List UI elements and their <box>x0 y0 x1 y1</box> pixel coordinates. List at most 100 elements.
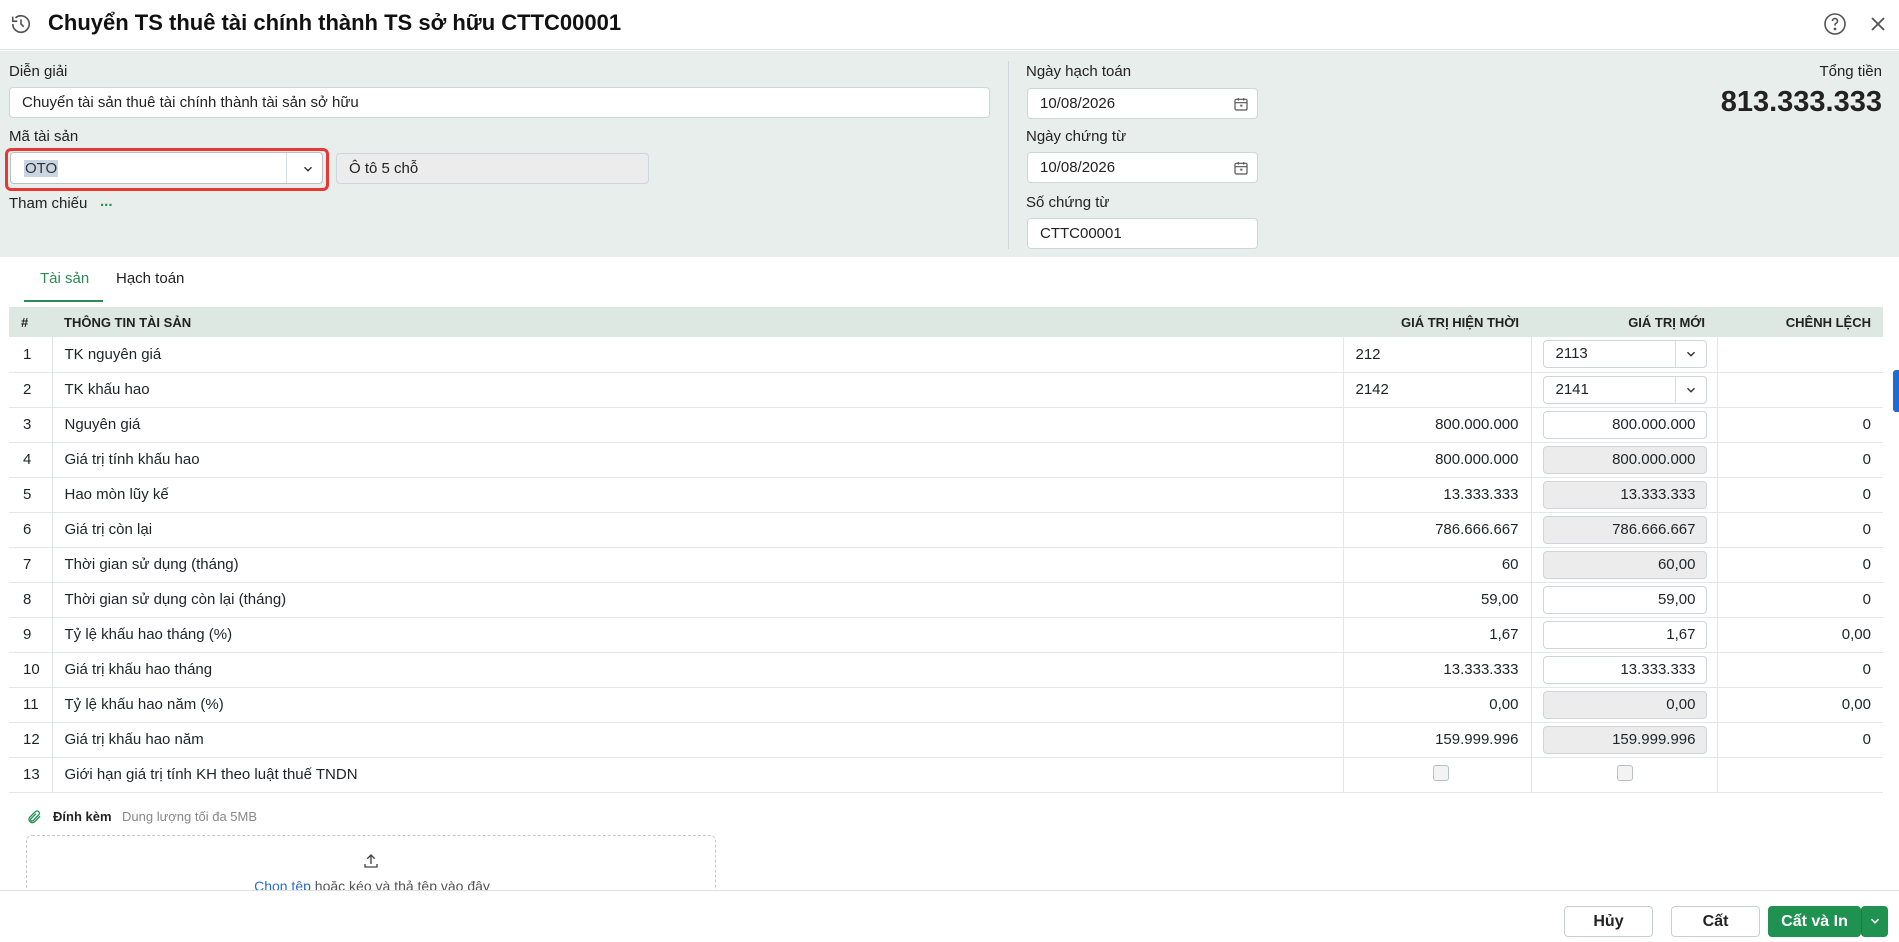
window-title: Chuyển TS thuê tài chính thành TS sở hữu… <box>48 10 622 35</box>
asset-info-cell: Giá trị khấu hao năm <box>52 722 1344 758</box>
new-value: 2141 <box>1555 380 1589 398</box>
asset-info-cell: Hao mòn lũy kế <box>52 477 1344 513</box>
chevron-down-icon[interactable] <box>1684 383 1698 397</box>
asset-info-cell: Giá trị còn lại <box>52 512 1344 548</box>
current-value-cell: 2142 <box>1343 372 1532 408</box>
ngay-chung-tu-input[interactable]: 10/08/2026 <box>1027 152 1258 183</box>
tham-chieu-more-link[interactable]: ... <box>100 193 113 210</box>
row-index: 1 <box>9 337 53 373</box>
asset-table: # THÔNG TIN TÀI SẢN GIÁ TRỊ HIỆN THỜI GI… <box>9 307 1883 793</box>
current-value-cell: 800.000.000 <box>1343 442 1532 478</box>
new-value-input: 60,00 <box>1542 550 1707 579</box>
table-row: 10 Giá trị khấu hao tháng 13.333.333 13.333… <box>9 652 1883 688</box>
diff-cell: 0 <box>1717 722 1883 758</box>
diff-cell: 0 <box>1717 547 1883 583</box>
new-value-input[interactable]: 13.333.333 <box>1542 655 1707 684</box>
table-row: 4 Giá trị tính khấu hao 800.000.000 800.000… <box>9 442 1883 478</box>
row-index: 12 <box>9 722 53 758</box>
new-value-cell: 13.333.333 <box>1531 652 1718 688</box>
tham-chieu-label: Tham chiếu <box>9 195 88 212</box>
footer-bar: Hủy Cất Cất và In <box>0 890 1899 942</box>
diff-cell <box>1717 337 1883 373</box>
so-chung-tu-input[interactable]: CTTC00001 <box>1027 218 1258 249</box>
cancel-button[interactable]: Hủy <box>1564 906 1653 937</box>
new-value-input: 159.999.996 <box>1542 725 1707 754</box>
table-row: 8 Thời gian sử dụng còn lại (tháng) 59,00 5… <box>9 582 1883 618</box>
table-row: 6 Giá trị còn lại 786.666.667 786.666.667 0 <box>9 512 1883 548</box>
column-header-new: GIÁ TRỊ MỚI <box>1531 307 1717 337</box>
new-value-input[interactable]: 59,00 <box>1542 585 1707 614</box>
current-value-cell: 0,00 <box>1343 687 1532 723</box>
diff-cell <box>1717 757 1883 793</box>
history-icon[interactable] <box>10 13 32 35</box>
table-row: 9 Tỷ lệ khấu hao tháng (%) 1,67 1,67 0,00 <box>9 617 1883 653</box>
new-value-input: 786.666.667 <box>1542 515 1707 544</box>
chevron-down-icon[interactable] <box>1684 347 1698 361</box>
table-row: 12 Giá trị khấu hao năm 159.999.996 159.999… <box>9 722 1883 758</box>
attachments-label: Đính kèm <box>53 809 112 824</box>
ma-tai-san-label: Mã tài sản <box>9 128 79 145</box>
asset-info-cell: Nguyên giá <box>52 407 1344 443</box>
row-index: 2 <box>9 372 53 408</box>
asset-info-cell: Tỷ lệ khấu hao năm (%) <box>52 687 1344 723</box>
ngay-hach-toan-input[interactable]: 10/08/2026 <box>1027 88 1258 119</box>
current-value-cell: 59,00 <box>1343 582 1532 618</box>
dien-giai-input[interactable]: Chuyển tài sản thuê tài chính thành tài … <box>9 87 990 118</box>
asset-info-cell: TK nguyên giá <box>52 337 1344 373</box>
new-value-cell: 2141 <box>1531 372 1718 408</box>
ma-tai-san-select[interactable]: OTO <box>10 152 323 184</box>
side-scroll-handle[interactable] <box>1893 370 1899 412</box>
new-value-cell: 59,00 <box>1531 582 1718 618</box>
column-header-index: # <box>9 307 52 337</box>
asset-info-cell: Thời gian sử dụng (tháng) <box>52 547 1344 583</box>
asset-info-cell: TK khấu hao <box>52 372 1344 408</box>
save-and-print-button[interactable]: Cất và In <box>1768 906 1861 937</box>
paperclip-icon <box>28 810 41 824</box>
chevron-down-icon[interactable] <box>301 162 315 176</box>
new-value-input[interactable]: 800.000.000 <box>1542 410 1707 439</box>
new-value-select[interactable]: 2113 <box>1542 340 1707 369</box>
calendar-icon[interactable] <box>1233 160 1249 176</box>
diff-cell: 0 <box>1717 477 1883 513</box>
current-value-cell: 60 <box>1343 547 1532 583</box>
new-value-input[interactable]: 1,67 <box>1542 620 1707 649</box>
diff-cell: 0,00 <box>1717 617 1883 653</box>
new-value-cell: 2113 <box>1531 337 1718 373</box>
select-divider <box>1674 376 1676 403</box>
select-divider <box>1674 341 1676 368</box>
current-value-cell <box>1343 757 1532 793</box>
tong-tien-value: 813.333.333 <box>1720 86 1882 118</box>
file-dropzone[interactable]: Chọn tệp hoặc kéo và thả tệp vào đây <box>26 835 716 897</box>
tab-hach-toan[interactable]: Hạch toán <box>116 270 184 287</box>
new-value-cell: 13.333.333 <box>1531 477 1718 513</box>
table-row: 11 Tỷ lệ khấu hao năm (%) 0,00 0,00 0,00 <box>9 687 1883 723</box>
asset-info-cell: Giá trị tính khấu hao <box>52 442 1344 478</box>
ngay-chung-tu-label: Ngày chứng từ <box>1026 128 1127 145</box>
row-index: 9 <box>9 617 53 653</box>
new-value-cell: 60,00 <box>1531 547 1718 583</box>
table-row: 2 TK khấu hao 2142 2141 <box>9 372 1883 408</box>
current-value-cell: 800.000.000 <box>1343 407 1532 443</box>
current-value-cell: 786.666.667 <box>1343 512 1532 548</box>
header-divider <box>1008 61 1009 249</box>
tab-tai-san[interactable]: Tài sản <box>40 270 89 287</box>
new-value-checkbox[interactable] <box>1616 764 1633 781</box>
diff-cell <box>1717 372 1883 408</box>
help-icon[interactable] <box>1823 12 1847 36</box>
new-value-cell: 1,67 <box>1531 617 1718 653</box>
table-row: 13 Giới hạn giá trị tính KH theo luật thu… <box>9 757 1883 793</box>
attachments-hint: Dung lượng tối đa 5MB <box>122 809 258 824</box>
table-row: 5 Hao mòn lũy kế 13.333.333 13.333.333 0 <box>9 477 1883 513</box>
new-value-select[interactable]: 2141 <box>1542 375 1707 404</box>
column-header-diff: CHÊNH LỆCH <box>1717 307 1883 337</box>
calendar-icon[interactable] <box>1233 96 1249 112</box>
save-options-dropdown[interactable] <box>1861 906 1888 937</box>
close-icon[interactable] <box>1866 12 1890 36</box>
diff-cell: 0,00 <box>1717 687 1883 723</box>
dien-giai-label: Diễn giải <box>9 63 68 80</box>
save-button[interactable]: Cất <box>1671 906 1760 937</box>
column-header-info: THÔNG TIN TÀI SẢN <box>52 307 1343 337</box>
diff-cell: 0 <box>1717 442 1883 478</box>
row-index: 4 <box>9 442 53 478</box>
current-value-cell: 159.999.996 <box>1343 722 1532 758</box>
